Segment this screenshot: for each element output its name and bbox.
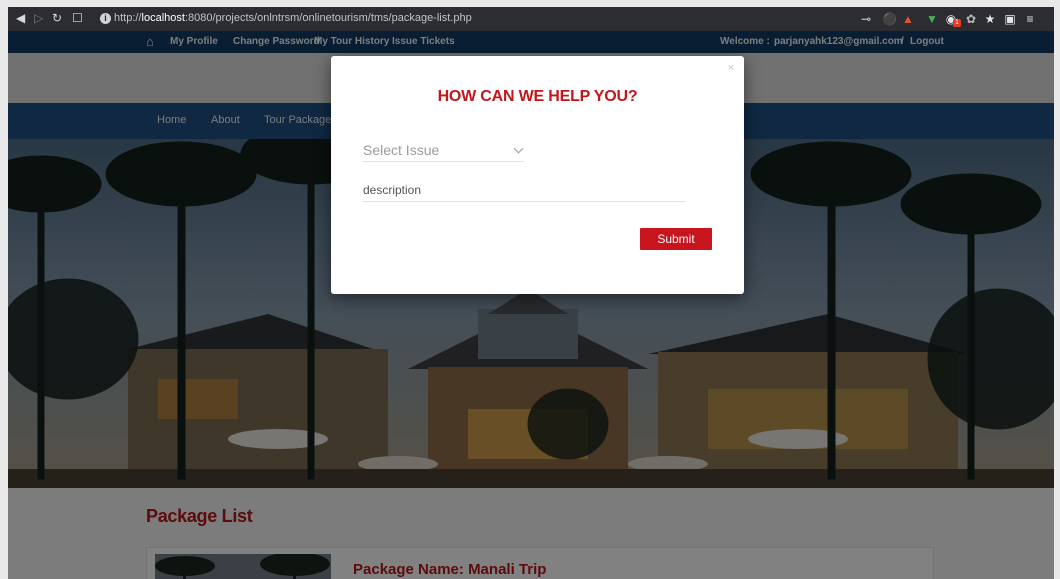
issue-select[interactable]: Select Issue [363,139,524,162]
settings-extension-icon[interactable]: ✿ [964,12,978,26]
help-modal: × HOW CAN WE HELP YOU? Select Issue Subm… [331,56,744,294]
forward-icon[interactable]: ▷ [34,11,43,25]
wallet-icon[interactable]: ▣ [1003,12,1017,26]
browser-window: ◀ ▷ ↻ ☐ i http://localhost:8080/projects… [8,7,1054,579]
address-bar[interactable]: http://localhost:8080/projects/onlntrsm/… [114,12,472,24]
reload-icon[interactable]: ↻ [52,11,62,25]
brave-shield-icon[interactable]: ⚫ [882,12,897,26]
extension-badge: 1 [953,19,961,27]
pin-icon[interactable]: ★ [983,12,997,26]
submit-button[interactable]: Submit [640,228,712,250]
chevron-down-icon [513,143,524,154]
bookmark-icon[interactable]: ☐ [72,11,83,25]
close-icon[interactable]: × [728,62,734,74]
site-info-icon[interactable]: i [100,13,111,24]
menu-icon[interactable]: ≡ [1023,12,1037,26]
key-icon[interactable]: ⊸ [859,12,873,26]
issue-select-value: Select Issue [363,142,440,158]
brave-rewards-icon[interactable]: ▲ [901,12,915,26]
browser-toolbar: ◀ ▷ ↻ ☐ i http://localhost:8080/projects… [8,7,1054,31]
shield-extension-icon[interactable]: ▼ [925,12,939,26]
back-icon[interactable]: ◀ [16,11,25,25]
description-input[interactable] [363,179,685,202]
modal-heading: HOW CAN WE HELP YOU? [437,88,638,105]
